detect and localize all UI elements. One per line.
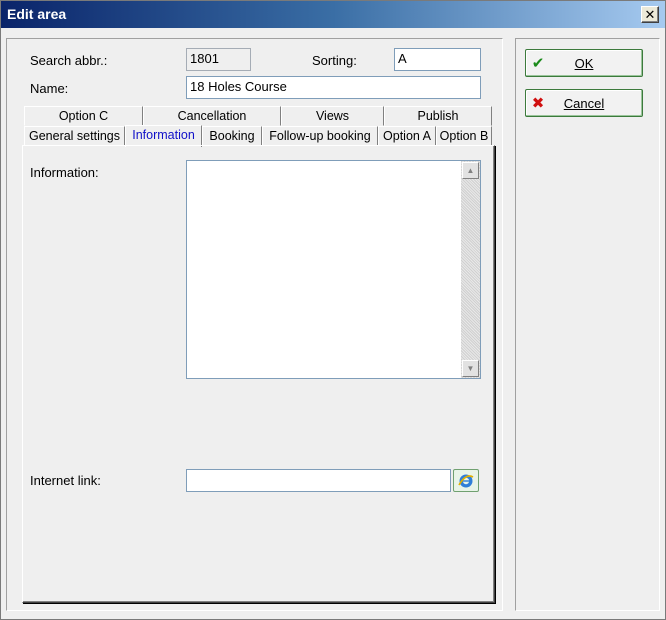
cancel-button[interactable]: ✖ Cancel xyxy=(525,89,643,117)
information-scrollbar[interactable]: ▲ ▼ xyxy=(461,161,480,378)
tab-views[interactable]: Views xyxy=(281,106,384,126)
sorting-label: Sorting: xyxy=(312,53,357,68)
information-textarea[interactable]: ▲ ▼ xyxy=(186,160,481,379)
arrow-down-icon: ▼ xyxy=(466,364,475,373)
edit-area-dialog: Edit area ✕ Search abbr.: 1801 Sorting: … xyxy=(0,0,666,620)
tab-cancellation[interactable]: Cancellation xyxy=(143,106,281,126)
sorting-field[interactable]: A xyxy=(394,48,481,71)
close-icon: ✕ xyxy=(644,7,656,22)
tab-publish[interactable]: Publish xyxy=(384,106,492,126)
tab-option-c[interactable]: Option C xyxy=(24,106,143,126)
close-button[interactable]: ✕ xyxy=(641,6,659,23)
tab-booking[interactable]: Booking xyxy=(202,126,262,146)
search-abbr-label: Search abbr.: xyxy=(30,53,108,68)
ok-button-label: OK xyxy=(574,56,594,71)
tab-information[interactable]: Information xyxy=(125,125,202,147)
scroll-up-button[interactable]: ▲ xyxy=(462,162,479,179)
tab-general-settings[interactable]: General settings xyxy=(24,126,125,146)
window-title: Edit area xyxy=(7,6,67,22)
internet-link-label: Internet link: xyxy=(30,473,101,488)
search-abbr-field[interactable]: 1801 xyxy=(186,48,251,71)
tab-follow-up-booking[interactable]: Follow-up booking xyxy=(262,126,378,146)
cancel-button-label: Cancel xyxy=(563,96,605,111)
information-label: Information: xyxy=(30,165,99,180)
scroll-down-button[interactable]: ▼ xyxy=(462,360,479,377)
internet-link-field[interactable] xyxy=(186,469,451,492)
tab-option-a[interactable]: Option A xyxy=(378,126,436,146)
open-link-button[interactable] xyxy=(453,469,479,492)
arrow-up-icon: ▲ xyxy=(466,166,475,175)
internet-explorer-icon xyxy=(458,474,474,487)
name-field[interactable]: 18 Holes Course xyxy=(186,76,481,99)
name-label: Name: xyxy=(30,81,69,96)
tab-option-b[interactable]: Option B xyxy=(436,126,492,146)
title-bar[interactable]: Edit area ✕ xyxy=(1,1,665,28)
button-panel xyxy=(515,38,660,611)
ok-button[interactable]: ✔ OK xyxy=(525,49,643,77)
